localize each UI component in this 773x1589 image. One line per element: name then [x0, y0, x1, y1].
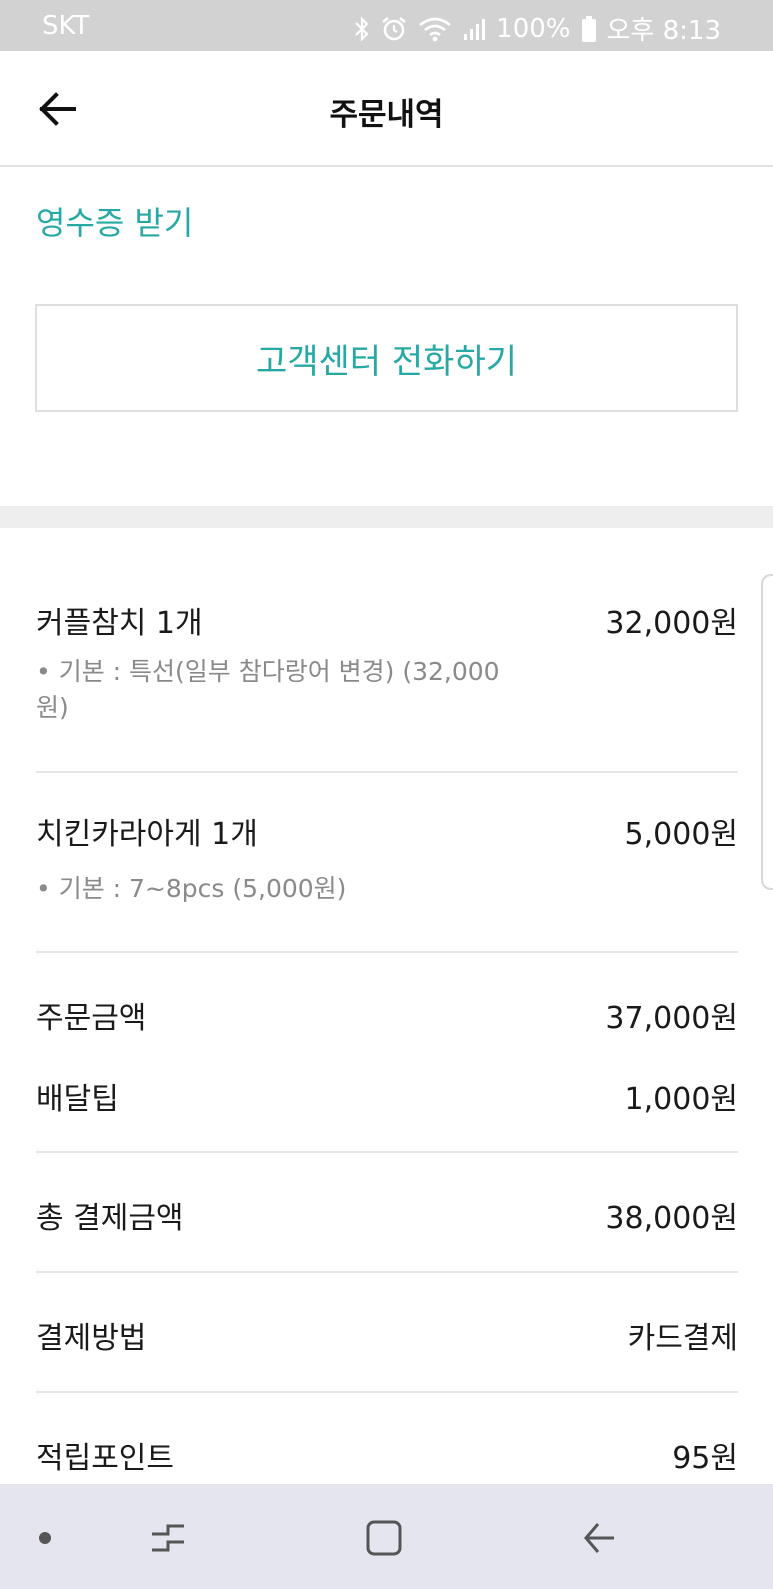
divider [36, 1271, 738, 1273]
battery-icon [581, 15, 597, 43]
divider [36, 1151, 738, 1153]
order-amount-label: 주문금액 [36, 1001, 147, 1036]
points-label: 적립포인트 [36, 1441, 174, 1476]
item-option: • 기본 : 7~8pcs (5,000원) [36, 874, 347, 903]
divider [36, 1391, 738, 1393]
payment-method-label: 결제방법 [36, 1321, 147, 1356]
item-name: 커플참치 1개 [36, 606, 203, 641]
bluetooth-icon [354, 15, 370, 42]
call-customer-center-button[interactable]: 고객센터 전화하기 [35, 304, 738, 412]
divider [36, 771, 738, 773]
clock: 오후 8:13 [606, 16, 722, 46]
wifi-icon [418, 16, 452, 42]
app-header: 주문내역 [0, 51, 773, 167]
order-amount-row: 주문금액 37,000원 [36, 993, 738, 1036]
delivery-tip-row: 배달팁 1,000원 [36, 1074, 738, 1117]
order-amount-value: 37,000원 [605, 1001, 738, 1036]
item-name: 치킨카라아게 1개 [36, 817, 258, 852]
battery-percent: 100% [496, 13, 571, 44]
divider [36, 951, 738, 953]
recent-apps-icon[interactable] [148, 1518, 188, 1562]
signal-icon [462, 16, 486, 42]
scroll-handle[interactable] [761, 574, 773, 890]
item-price: 32,000원 [605, 606, 738, 641]
item-option: • 기본 : 특선(일부 참다랑어 변경) (32,000원) [36, 657, 500, 722]
status-icons: 100% 오후 8:13 [354, 10, 721, 47]
delivery-tip-label: 배달팁 [36, 1082, 119, 1117]
receipt-link[interactable]: 영수증 받기 [36, 198, 193, 244]
back-icon[interactable] [580, 1518, 620, 1562]
order-item: 커플참치 1개 32,000원 • 기본 : 특선(일부 참다랑어 변경) (3… [36, 598, 738, 728]
total-value: 38,000원 [605, 1201, 738, 1236]
item-price: 5,000원 [624, 817, 738, 852]
dot-icon[interactable] [38, 1530, 52, 1549]
total-row: 총 결제금액 38,000원 [36, 1193, 738, 1236]
payment-method-row: 결제방법 카드결제 [36, 1313, 738, 1356]
home-icon[interactable] [364, 1518, 404, 1562]
order-item: 치킨카라아게 1개 5,000원 • 기본 : 7~8pcs (5,000원) [36, 809, 738, 909]
points-row: 적립포인트 95원 [36, 1433, 738, 1476]
page-title: 주문내역 [329, 97, 444, 133]
alarm-icon [380, 15, 408, 43]
total-label: 총 결제금액 [36, 1201, 184, 1236]
delivery-tip-value: 1,000원 [624, 1082, 738, 1117]
system-nav-bar [0, 1484, 773, 1589]
carrier-label: SKT [42, 11, 90, 41]
points-value: 95원 [672, 1441, 738, 1476]
section-divider [0, 506, 773, 528]
payment-method-value: 카드결제 [627, 1321, 738, 1356]
status-bar: SKT 100% 오후 8:13 [0, 0, 773, 51]
